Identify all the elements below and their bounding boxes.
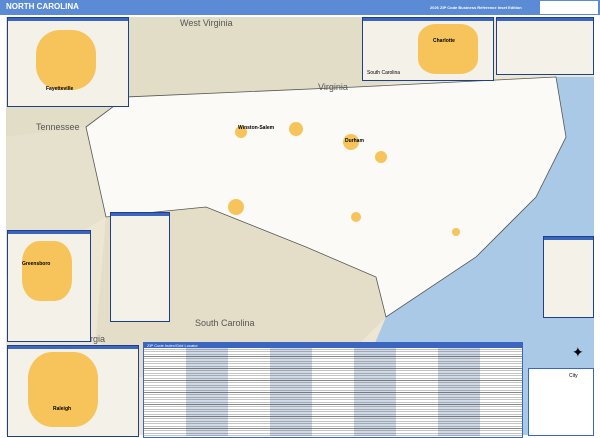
state-label-virginia: Virginia — [318, 82, 348, 92]
publisher-logo — [540, 1, 598, 14]
city-label-raleigh: Raleigh — [53, 406, 72, 412]
inset-raleigh: Raleigh — [7, 345, 139, 437]
map-title: NORTH CAROLINA — [6, 2, 79, 11]
inset-fayetteville: Fayetteville — [7, 17, 129, 107]
inset-greensboro: Greensboro — [7, 230, 91, 342]
city-label-durham: Durham — [345, 138, 364, 144]
inset-charlotte: Charlotte South Carolina — [362, 17, 494, 81]
inset-north-central — [110, 212, 170, 322]
state-label-tennessee: Tennessee — [36, 122, 80, 132]
inset-label-south-carolina: South Carolina — [367, 70, 401, 76]
city-label-fayetteville: Fayetteville — [46, 86, 74, 92]
map-legend: City — [528, 368, 594, 436]
compass-rose-icon: ✦ — [572, 344, 584, 360]
city-label-charlotte: Charlotte — [433, 38, 455, 44]
state-label-west-virginia: West Virginia — [180, 18, 233, 28]
inset-coastal — [496, 17, 594, 75]
state-label-south-carolina: South Carolina — [195, 318, 255, 328]
inset-wilmington — [543, 236, 594, 318]
city-label-winston-salem: Winston-Salem — [238, 125, 275, 131]
legend-city-label: City — [569, 373, 578, 379]
city-label-greensboro: Greensboro — [22, 261, 51, 267]
zip-code-index: ZIP Code Index/Grid Locator — [143, 342, 523, 438]
edition-label: 2026 ZIP Code Business Reference Inset E… — [430, 5, 522, 10]
header-bar: NORTH CAROLINA 2026 ZIP Code Business Re… — [0, 0, 600, 15]
